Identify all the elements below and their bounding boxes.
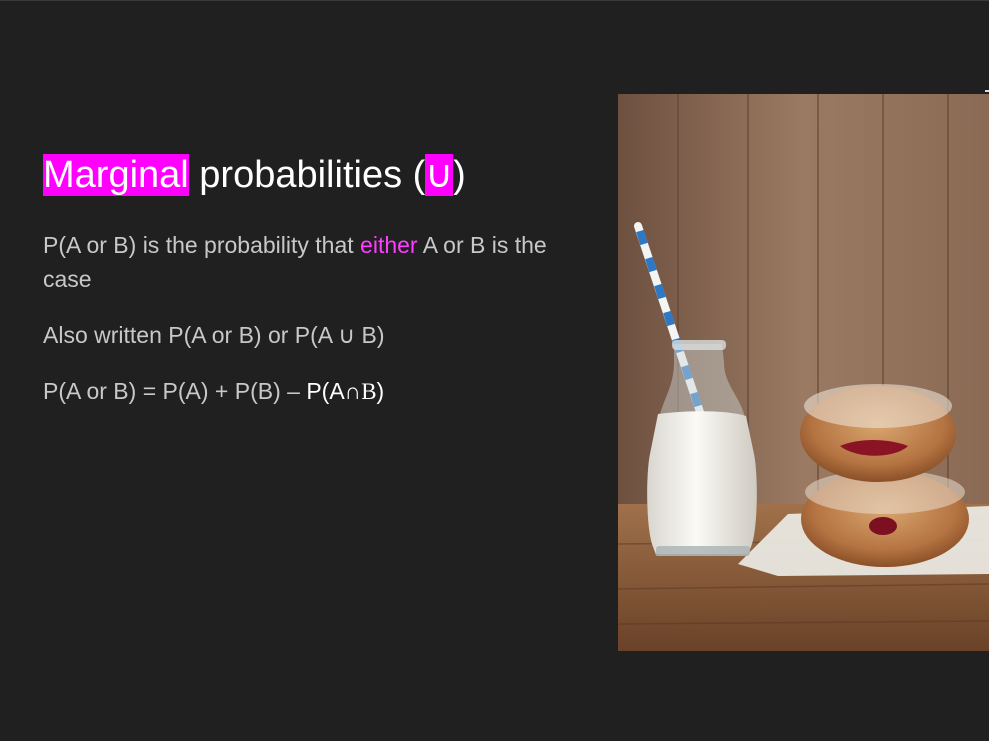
intersection-symbol: ∩ xyxy=(344,378,362,404)
union-symbol-highlight: ∪ xyxy=(425,154,454,196)
title-text: probabilities ( xyxy=(188,154,426,196)
paragraph-notation: Also written P(A or B) or P(A ∪ B) xyxy=(43,322,385,348)
photo-illustration xyxy=(618,94,989,651)
definition-text: P(A or B) is the probability that xyxy=(43,232,361,258)
formula-pa: P(A xyxy=(306,378,345,404)
formula-b: B xyxy=(361,379,377,404)
top-divider xyxy=(0,0,989,1)
jam-doughnut-bottom xyxy=(801,470,969,567)
paragraph-formula: P(A or B) = P(A) + P(B) – P(A∩B) xyxy=(43,374,563,409)
edge-marker xyxy=(985,90,989,92)
jam-doughnut-top xyxy=(800,384,956,482)
emphasis-either: either xyxy=(360,232,418,258)
formula-close: ) xyxy=(376,378,385,404)
formula-lead: P(A or B) = P(A) + P(B) – xyxy=(43,378,307,404)
paragraph-definition: P(A or B) is the probability that either… xyxy=(43,228,563,296)
formula-intersection: P(A∩B) xyxy=(306,378,384,404)
title-highlight-word: Marginal xyxy=(43,154,189,196)
milk-and-doughnuts-photo xyxy=(618,94,989,651)
slide: Marginal probabilities (∪) P(A or B) is … xyxy=(0,0,989,741)
title-close-paren: ) xyxy=(453,154,466,196)
slide-title: Marginal probabilities (∪) xyxy=(43,150,466,200)
